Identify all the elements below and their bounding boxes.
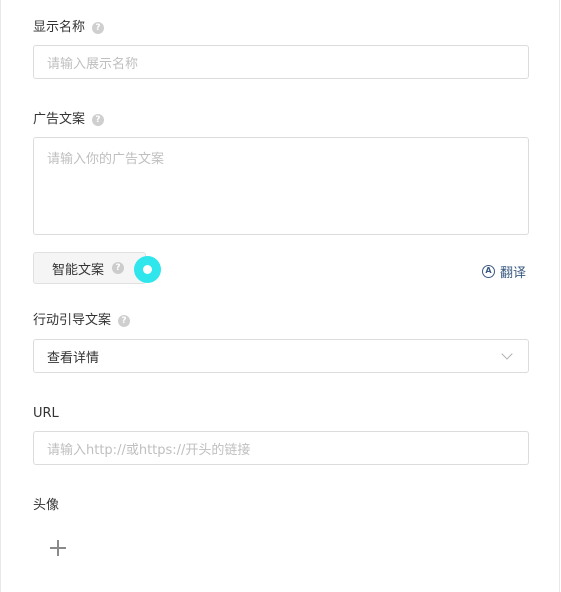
plus-icon[interactable] [50,540,66,556]
cta-help-icon[interactable]: ? [118,315,131,327]
ad-copy-placeholder: 请输入你的广告文案 [47,152,165,167]
chevron-down-icon [501,348,513,360]
pointer-cursor-indicator [134,256,161,283]
url-placeholder: 请输入http://或https://开头的链接 [47,442,251,458]
avatar-label: 头像 [33,497,59,515]
display-name-placeholder: 请输入展示名称 [47,56,139,72]
translate-link[interactable]: A 翻译 [482,262,527,281]
ad-copy-label: 广告文案 ? [33,111,105,129]
display-name-label-text: 显示名称 [33,20,86,35]
cta-select[interactable]: 查看详情 [33,339,529,373]
right-border [559,0,560,592]
cta-selected-value: 查看详情 [47,350,100,366]
cta-label-text: 行动引导文案 [33,313,112,328]
left-border [0,0,1,592]
ad-copy-textarea[interactable]: 请输入你的广告文案 [33,137,529,235]
display-name-help-icon[interactable]: ? [92,22,105,34]
ad-copy-help-icon[interactable]: ? [92,114,105,126]
display-name-input[interactable]: 请输入展示名称 [33,45,529,79]
smart-copy-help-icon[interactable]: ? [112,262,125,274]
url-label-text: URL [33,406,59,421]
smart-copy-button[interactable]: 智能文案 ? [33,252,146,284]
cta-label: 行动引导文案 ? [33,312,131,330]
smart-copy-label: 智能文案 [52,262,105,278]
ad-copy-label-text: 广告文案 [33,112,86,127]
translate-label: 翻译 [500,265,527,281]
url-input[interactable]: 请输入http://或https://开头的链接 [33,431,529,465]
avatar-label-text: 头像 [33,498,60,513]
url-label: URL [33,405,59,423]
display-name-label: 显示名称 ? [33,19,105,37]
translate-icon: A [482,264,495,278]
